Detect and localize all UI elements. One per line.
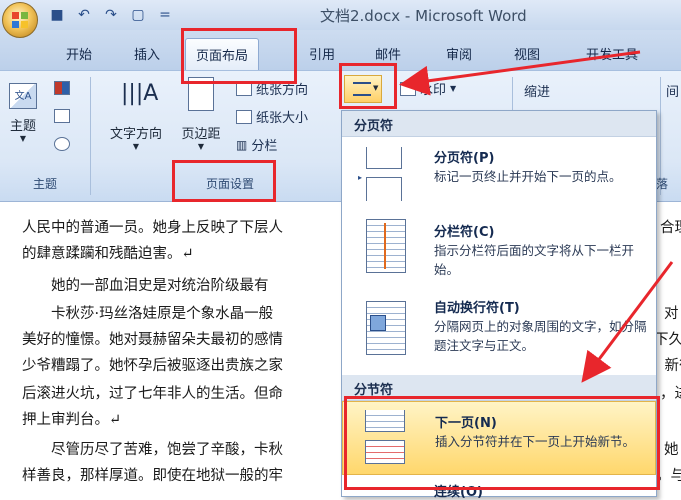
window-title: 文档2.docx - Microsoft Word <box>320 7 527 25</box>
doc-line: 美好的憧憬。她对聂赫留朵夫最初的感情 <box>22 332 283 348</box>
page-break-icon: ▸ <box>358 147 410 203</box>
doc-fragment: 合理 <box>660 220 681 236</box>
text-wrapping-break-icon <box>358 301 410 357</box>
doc-line: 人民中的普通一员。她身上反映了下层人 <box>22 220 283 236</box>
doc-line: 卡秋莎·玛丝洛娃原是个象水晶一般 <box>22 306 274 322</box>
annotation-box-page-layout-tab <box>181 28 297 84</box>
customize-qat-icon[interactable]: = <box>156 6 174 24</box>
theme-fonts-icon[interactable] <box>54 109 70 123</box>
tab-insert[interactable]: 插入 <box>128 42 166 65</box>
doc-line: 押上审判台。↵ <box>22 412 122 428</box>
menu-section-page-breaks: 分页符 <box>342 111 656 137</box>
office-logo-icon <box>12 12 30 30</box>
margins-label: 页边距 <box>181 127 221 142</box>
tab-review[interactable]: 审阅 <box>440 42 478 65</box>
themes-button[interactable]: 文A 主题 ▼ <box>4 79 42 159</box>
tab-developer[interactable]: 开发工具 <box>580 42 644 65</box>
redo-icon[interactable]: ↷ <box>102 6 120 24</box>
tab-mailings[interactable]: 邮件 <box>369 42 407 65</box>
columns-icon: ▥ <box>236 137 248 152</box>
watermark-label: 水印 <box>420 83 447 98</box>
chevron-down-icon: ▼ <box>132 142 140 151</box>
group-separator <box>90 77 91 195</box>
annotation-box-breaks-button <box>339 63 397 109</box>
menu-item-desc: 分隔网页上的对象周围的文字，如分隔题注文字与正文。 <box>434 319 647 353</box>
doc-line: 的肆意蹂躏和残酷迫害。↵ <box>22 246 194 262</box>
text-direction-button[interactable]: |||A 文字方向 ▼ <box>104 77 168 167</box>
doc-fragment: ，进 <box>660 386 681 402</box>
menu-item-column-break[interactable]: 分栏符(C) 指示分栏符后面的文字将从下一栏开始。 <box>342 213 656 287</box>
text-direction-icon: |||A <box>121 81 159 106</box>
doc-line: 她的一部血泪史是对统治阶级最有 <box>22 278 269 294</box>
annotation-box-page-setup-group <box>172 160 276 202</box>
menu-item-desc: 标记一页终止并开始下一页的点。 <box>434 169 622 184</box>
group-label-themes: 主题 <box>32 177 57 191</box>
size-icon <box>236 109 252 124</box>
undo-icon[interactable]: ↶ <box>75 6 93 24</box>
menu-item-desc: 指示分栏符后面的文字将从下一栏开始。 <box>434 243 635 277</box>
doc-line: 样善良，那样厚道。即使在地狱一般的牢 <box>22 468 283 484</box>
theme-effects-icon[interactable] <box>54 137 70 151</box>
chevron-down-icon: ▼ <box>197 142 205 151</box>
print-preview-icon[interactable]: ▢ <box>129 6 147 24</box>
size-button[interactable]: 纸张大小 <box>236 107 308 126</box>
doc-line: 尽管历尽了苦难，饱尝了辛酸，卡秋 <box>22 442 283 458</box>
indent-label: 缩进 <box>524 85 551 100</box>
tab-home[interactable]: 开始 <box>60 42 98 65</box>
title-bar: ■ ↶ ↷ ▢ = 文档2.docx - Microsoft Word <box>0 0 681 30</box>
theme-colors-icon[interactable] <box>54 81 70 95</box>
doc-line: 后滚进火坑，过了七年非人的生活。但命 <box>22 386 283 402</box>
doc-fragment: 对 <box>664 306 679 322</box>
margins-button[interactable]: 页边距 ▼ <box>172 77 230 167</box>
themes-icon: 文A <box>9 83 37 109</box>
tab-references[interactable]: 引用 <box>303 42 341 65</box>
watermark-icon <box>400 81 416 96</box>
doc-fragment: 她 <box>664 442 679 458</box>
doc-fragment: 下久 <box>654 332 681 348</box>
quick-access-toolbar: ■ ↶ ↷ ▢ = <box>48 6 174 24</box>
menu-item-title: 分页符(P) <box>434 151 495 166</box>
menu-item-title: 分栏符(C) <box>434 225 495 240</box>
save-icon[interactable]: ■ <box>48 6 66 24</box>
menu-item-title: 自动换行符(T) <box>434 301 520 316</box>
spacing-label: 间 <box>666 85 680 100</box>
size-label: 纸张大小 <box>256 111 309 126</box>
column-break-icon <box>358 219 410 275</box>
annotation-box-next-page-item <box>344 396 660 490</box>
menu-item-page-break[interactable]: ▸ 分页符(P) 标记一页终止并开始下一页的点。 <box>342 139 656 211</box>
columns-button[interactable]: ▥ 分栏 <box>236 135 278 155</box>
doc-line: 少爷糟蹋了。她怀孕后被驱逐出贵族之家 <box>22 358 283 374</box>
text-direction-label: 文字方向 <box>109 127 162 142</box>
menu-item-text-wrapping-break[interactable]: 自动换行符(T) 分隔网页上的对象周围的文字，如分隔题注文字与正文。 <box>342 291 656 371</box>
office-button[interactable] <box>2 2 38 38</box>
watermark-button[interactable]: 水印 ▼ <box>400 79 456 98</box>
themes-label: 主题 <box>9 119 36 134</box>
chevron-down-icon: ▼ <box>19 134 27 143</box>
columns-label: 分栏 <box>251 139 278 154</box>
chevron-down-icon: ▼ <box>450 84 457 93</box>
tab-view[interactable]: 视图 <box>508 42 546 65</box>
